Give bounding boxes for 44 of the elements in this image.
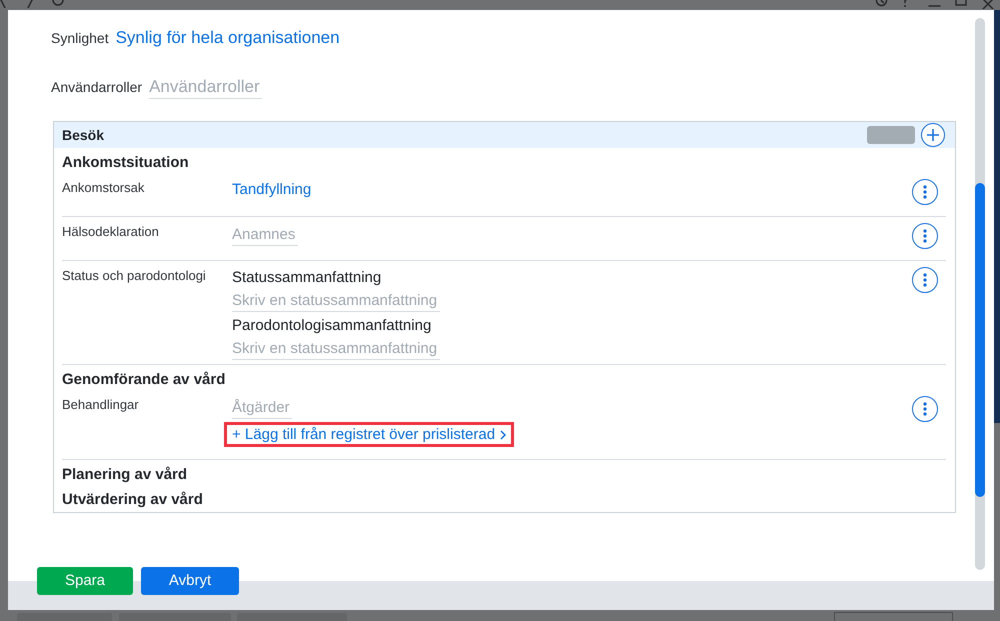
refresh-icon[interactable] <box>52 0 64 8</box>
field-label: Ankomstorsak <box>62 179 146 197</box>
forward-icon[interactable] <box>27 0 33 8</box>
scrollbar[interactable] <box>975 18 985 570</box>
field-label: Användarroller <box>51 78 142 96</box>
value-link[interactable]: Synlig för hela organisationen <box>116 26 340 50</box>
add-button[interactable] <box>921 123 945 147</box>
more-button[interactable] <box>912 396 938 422</box>
field-title: Statussammanfattning <box>232 268 382 288</box>
input-field[interactable]: Anamnes <box>232 223 298 246</box>
section-heading: Genomförande av vård <box>62 370 226 390</box>
field-title: Parodontologisammanfattning <box>232 316 432 336</box>
vertical-dots-icon <box>923 229 927 243</box>
help-icon[interactable] <box>901 0 909 8</box>
vertical-dots-icon <box>923 185 927 199</box>
input-field[interactable]: Skriv en statussammanfattning <box>232 289 440 312</box>
chevron-right-icon <box>500 430 506 440</box>
section-heading: Planering av vård <box>62 465 188 485</box>
value-link[interactable]: Tandfyllning <box>232 179 312 201</box>
maximize-icon[interactable] <box>955 0 967 8</box>
add-link[interactable]: + Lägg till från registret över prislisterad <box>232 425 506 444</box>
scrollbar-thumb[interactable] <box>975 183 985 497</box>
history-icon[interactable] <box>875 0 888 8</box>
input-field[interactable]: Skriv en statussammanfattning <box>232 337 440 360</box>
section-heading: Utvärdering av vård <box>62 490 204 510</box>
close-icon[interactable] <box>982 0 994 9</box>
more-button[interactable] <box>912 223 938 249</box>
input-field[interactable]: Åtgärder <box>232 396 292 419</box>
back-icon[interactable] <box>0 0 6 8</box>
field-label: Hälsodeklaration <box>62 223 160 241</box>
field-label: Synlighet <box>51 28 109 48</box>
vertical-dots-icon <box>923 273 927 287</box>
section-heading: Ankomstsituation <box>62 153 190 173</box>
plus-icon <box>926 128 940 142</box>
redaction-block <box>867 126 915 144</box>
panel-title: Besök <box>62 126 106 144</box>
more-button[interactable] <box>912 179 938 205</box>
save-button[interactable]: Spara <box>37 567 133 595</box>
field-label: Behandlingar <box>62 396 140 414</box>
field-label: Status och parodontologi <box>62 267 207 285</box>
more-button[interactable] <box>912 267 938 293</box>
vertical-dots-icon <box>923 402 927 416</box>
cancel-button[interactable]: Avbryt <box>141 567 239 595</box>
input-field[interactable]: Användarroller <box>149 75 262 99</box>
